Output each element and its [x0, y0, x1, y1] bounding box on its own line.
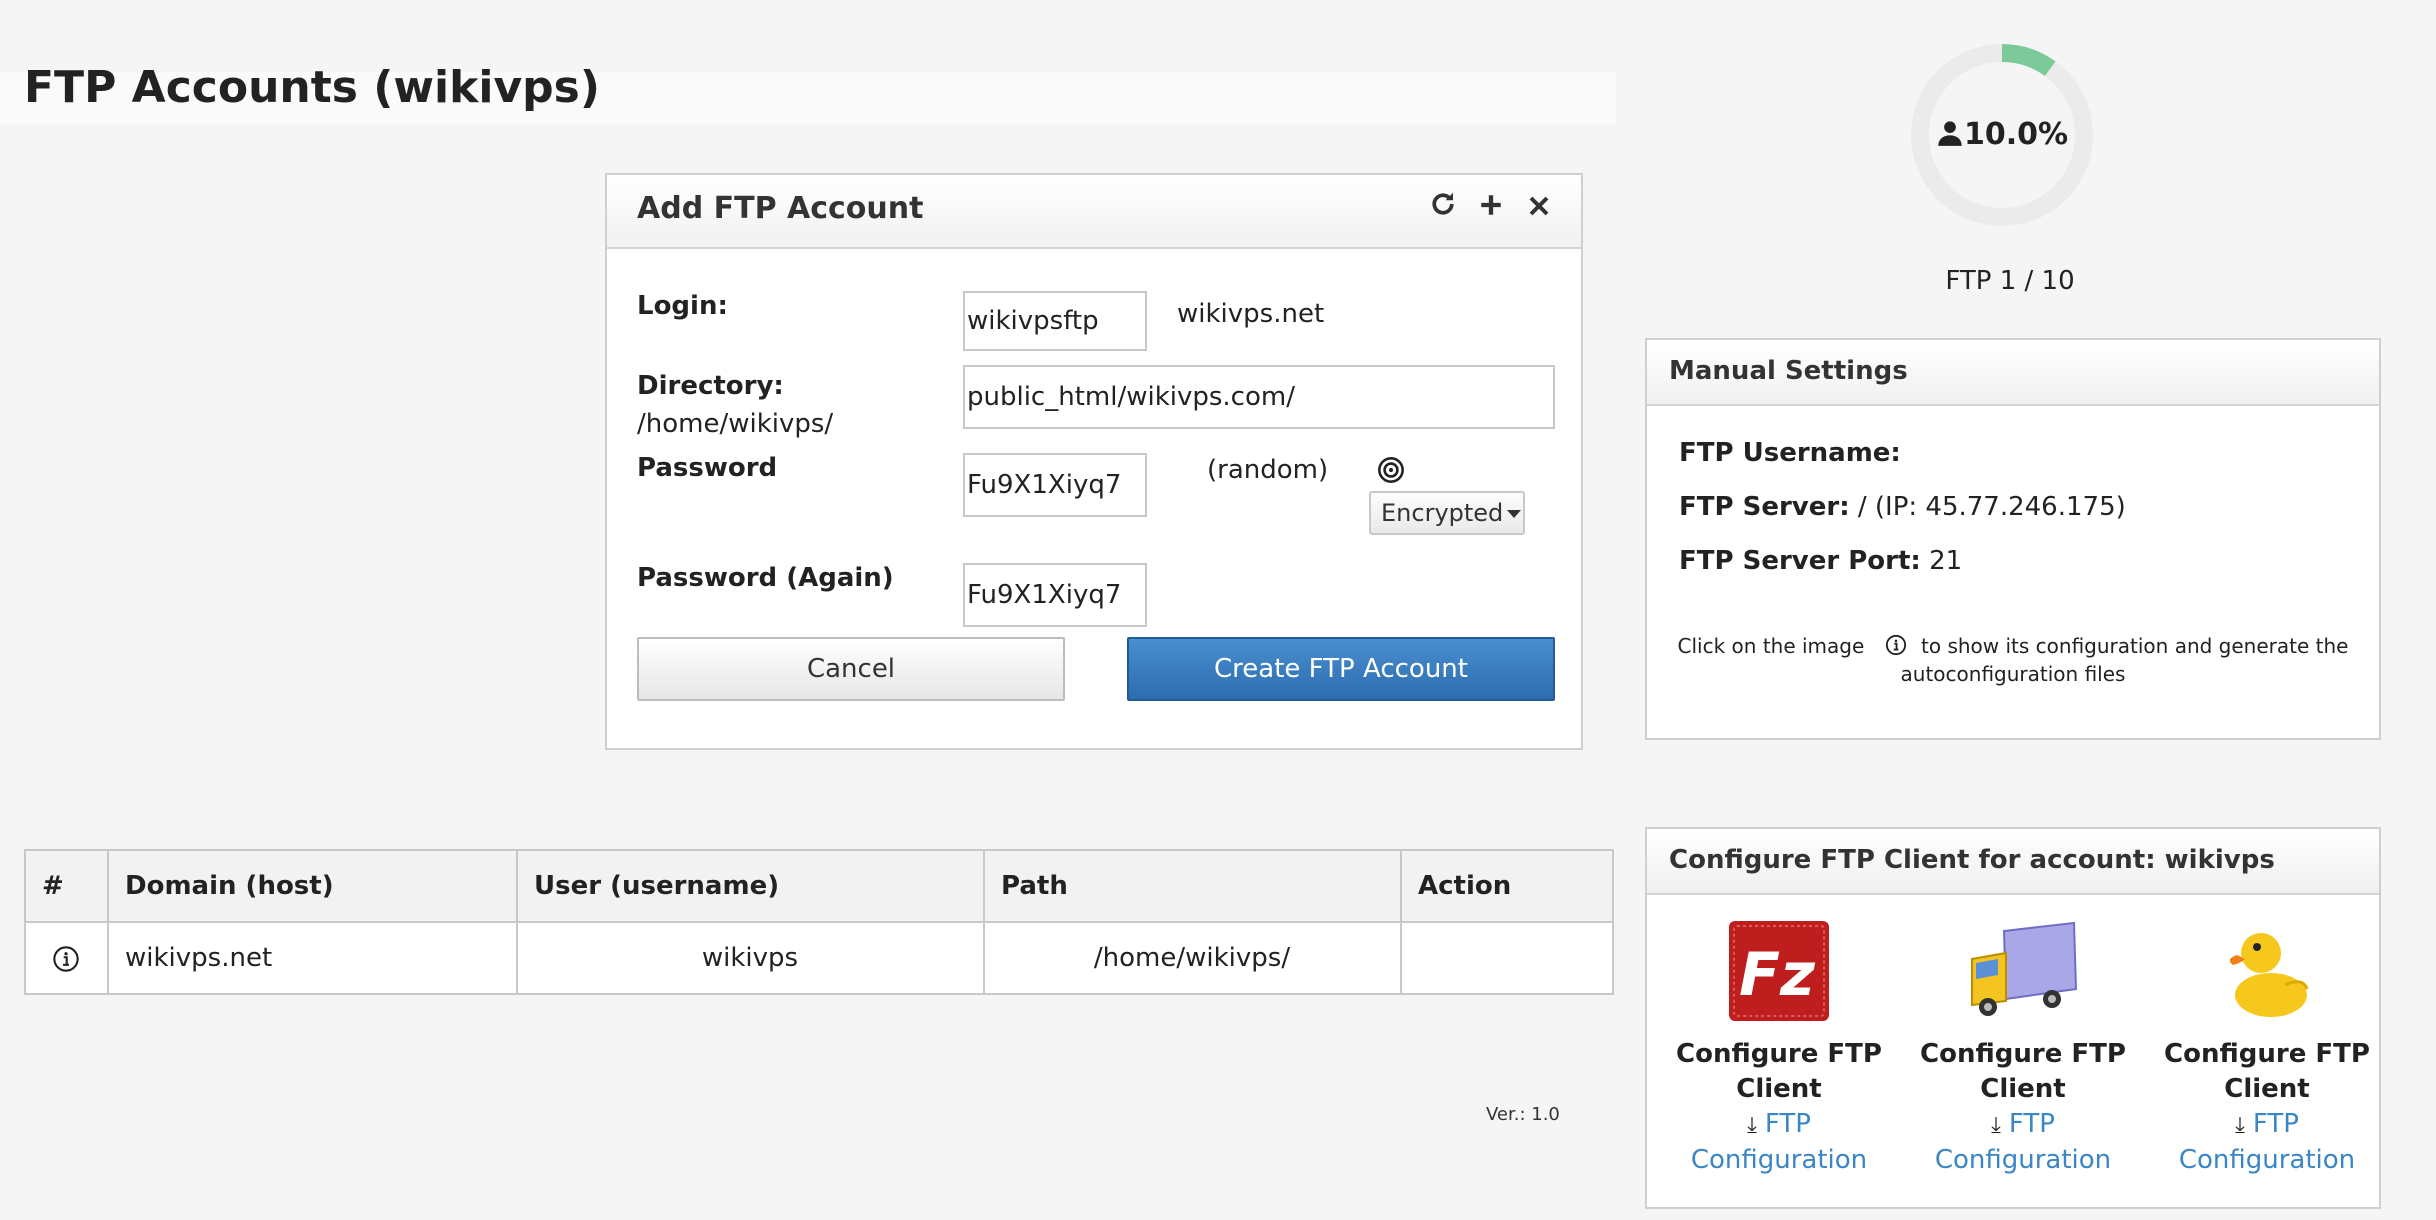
client-name-line2: Client: [1736, 1074, 1822, 1104]
manual-settings-title: Manual Settings: [1669, 356, 1908, 386]
create-ftp-account-button[interactable]: Create FTP Account: [1127, 637, 1555, 701]
cyberduck-icon[interactable]: [2215, 919, 2319, 1023]
ftp-username-label: FTP Username:: [1679, 438, 1901, 468]
hint-text-line2: autoconfiguration files: [1900, 662, 2126, 686]
download-icon: ⤓: [1991, 1113, 2001, 1138]
user-icon: [1938, 121, 1962, 146]
row-domain: wikivps.net: [107, 921, 518, 995]
password-again-label: Password (Again): [637, 563, 894, 593]
usage-percent: 10.0%: [1963, 117, 2069, 152]
hint-text-before: Click on the image: [1677, 634, 1865, 658]
ftp-usage-gauge: 10.0%: [1910, 43, 2094, 227]
configure-client-panel: Configure FTP Client for account: wikivp…: [1645, 827, 2381, 1209]
row-path: /home/wikivps/: [983, 921, 1402, 995]
client-filezilla: Fz Configure FTP Client ⤓ FTP Configurati…: [1669, 919, 1889, 1178]
client-name-line1: Configure FTP: [1920, 1039, 2126, 1069]
directory-input[interactable]: [963, 365, 1555, 429]
dialog-title: Add FTP Account: [637, 191, 924, 226]
col-domain: Domain (host): [107, 849, 518, 923]
info-icon-cell: [24, 921, 109, 995]
directory-label: Directory:: [637, 371, 784, 401]
col-number: #: [24, 849, 109, 923]
add-ftp-account-dialog: Add FTP Account Login: wikivps.net Direc…: [605, 173, 1583, 750]
cancel-button[interactable]: Cancel: [637, 637, 1065, 701]
refresh-icon[interactable]: [1425, 189, 1461, 225]
client-name-line2: Client: [1980, 1074, 2066, 1104]
hint-text-after: to show its configuration and generate t…: [1921, 634, 2349, 658]
login-input[interactable]: [963, 291, 1147, 351]
page-title: FTP Accounts (wikivps): [24, 62, 600, 113]
login-label: Login:: [637, 291, 728, 321]
directory-prefix: /home/wikivps/: [637, 409, 834, 439]
ftp-server-row: FTP Server: / (IP: 45.77.246.175): [1679, 492, 2126, 522]
ftp-username-row: FTP Username:: [1679, 438, 1901, 468]
download-icon: ⤓: [2235, 1113, 2245, 1138]
password-label: Password: [637, 453, 778, 483]
password-again-input[interactable]: [963, 563, 1147, 627]
client-name-line1: Configure FTP: [2164, 1039, 2370, 1069]
download-icon: ⤓: [1747, 1113, 1757, 1138]
col-path: Path: [983, 849, 1402, 923]
dialog-header: Add FTP Account: [607, 175, 1581, 249]
version-label: Ver.: 1.0: [1486, 1104, 1560, 1125]
info-icon: [1885, 634, 1906, 656]
ftp-port-value: 21: [1920, 546, 1963, 576]
svg-text:Fz: Fz: [1739, 940, 1816, 1010]
row-action: [1400, 921, 1614, 995]
client-name-line2: Client: [2224, 1074, 2310, 1104]
encryption-selected: Encrypted: [1381, 499, 1504, 527]
client-name-line1: Configure FTP: [1676, 1039, 1882, 1069]
client-transmit: Configure FTP Client ⤓ FTP Configuration: [1913, 919, 2133, 1178]
config-hint: Click on the image to show its configura…: [1647, 632, 2379, 688]
configure-client-title: Configure FTP Client for account: wikivp…: [1669, 845, 2275, 875]
col-action: Action: [1400, 849, 1614, 923]
password-input[interactable]: [963, 453, 1147, 517]
ftp-server-value: / (IP: 45.77.246.175): [1849, 492, 2126, 522]
table-row: wikivps.net wikivps /home/wikivps/: [24, 921, 1614, 995]
ftp-port-row: FTP Server Port: 21: [1679, 546, 1962, 576]
info-icon[interactable]: [52, 945, 80, 973]
client-cyberduck: Configure FTP Client ⤓ FTP Configuration: [2157, 919, 2377, 1178]
login-domain: wikivps.net: [1177, 299, 1325, 329]
ftp-configuration-link[interactable]: ⤓ FTP Configuration: [2157, 1107, 2377, 1178]
transmit-truck-icon[interactable]: [1964, 919, 2082, 1023]
table-header-row: # Domain (host) User (username) Path Act…: [24, 849, 1614, 923]
ftp-count: FTP 1 / 10: [1945, 266, 2075, 296]
ftp-configuration-link[interactable]: ⤓ FTP Configuration: [1669, 1107, 1889, 1178]
generate-password-icon[interactable]: [1377, 456, 1405, 488]
ftp-configuration-link[interactable]: ⤓ FTP Configuration: [1913, 1107, 2133, 1178]
row-user: wikivps: [516, 921, 985, 995]
filezilla-icon[interactable]: Fz: [1727, 919, 1831, 1023]
ftp-port-label: FTP Server Port:: [1679, 546, 1921, 576]
manual-settings-panel: Manual Settings FTP Username: FTP Server…: [1645, 338, 2381, 740]
encryption-select[interactable]: Encrypted: [1369, 491, 1525, 535]
plus-icon[interactable]: [1473, 189, 1509, 225]
random-label: (random): [1207, 455, 1329, 485]
ftp-accounts-table: # Domain (host) User (username) Path Act…: [24, 849, 1614, 995]
ftp-server-label: FTP Server:: [1679, 492, 1850, 522]
chevron-down-icon: [1507, 510, 1522, 518]
close-icon[interactable]: [1521, 189, 1557, 225]
col-user: User (username): [516, 849, 985, 923]
